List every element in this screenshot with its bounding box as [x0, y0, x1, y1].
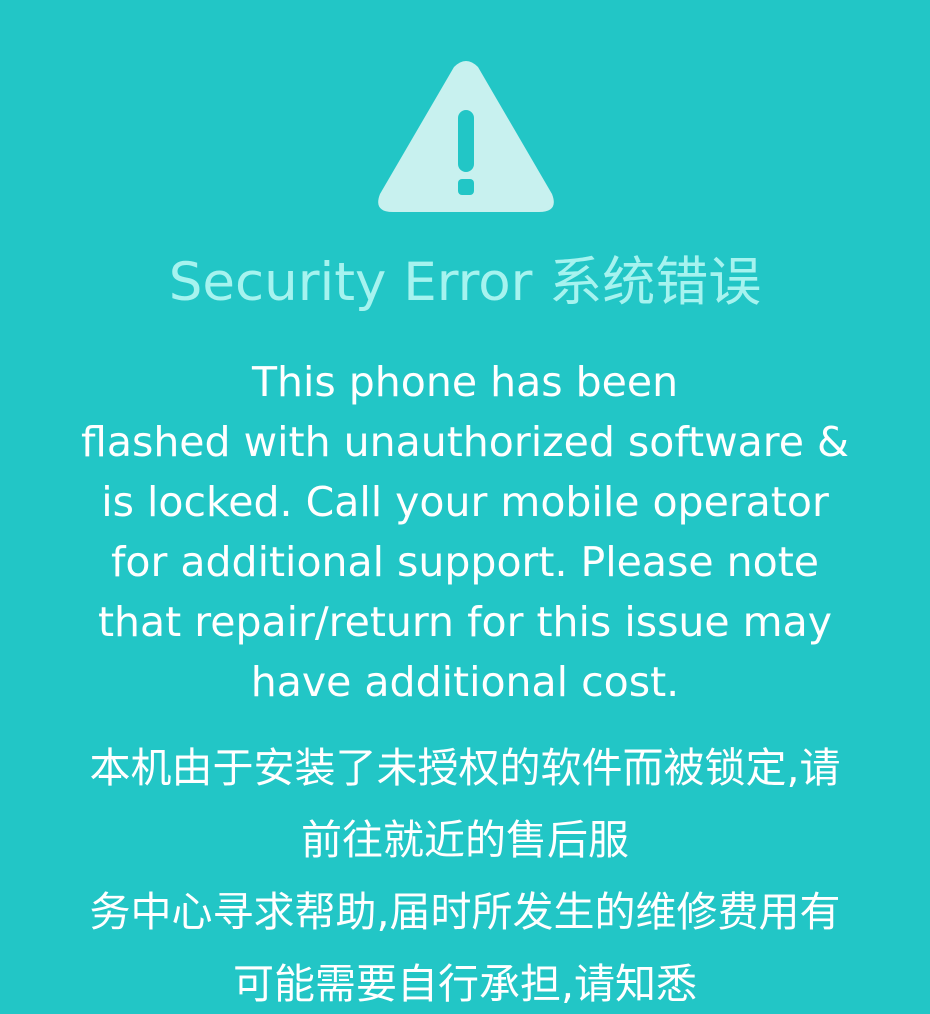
english-message: This phone has been flashed with unautho…: [20, 352, 910, 712]
chinese-message-line: 务中心寻求帮助,届时所发生的维修费用有: [89, 888, 841, 936]
security-error-screen: Security Error 系统错误 This phone has been …: [0, 0, 930, 1014]
chinese-message: 本机由于安装了未授权的软件而被锁定,请 前往就近的售后服 务中心寻求帮助,届时所…: [20, 732, 910, 1014]
chinese-message-line: 前往就近的售后服: [301, 816, 629, 864]
english-message-line: flashed with unauthorized software &: [81, 418, 849, 466]
english-message-line: have additional cost.: [250, 658, 680, 706]
english-message-line: is locked. Call your mobile operator: [101, 478, 829, 526]
page-title: Security Error 系统错误: [168, 252, 762, 313]
chinese-message-line: 本机由于安装了未授权的软件而被锁定,请: [89, 744, 841, 792]
chinese-message-line: 可能需要自行承担,请知悉: [232, 960, 698, 1008]
english-message-line: that repair/return for this issue may: [97, 598, 833, 646]
warning-triangle-icon: [378, 61, 554, 212]
english-message-line: for additional support. Please note: [111, 538, 819, 586]
english-message-line: This phone has been: [251, 358, 679, 406]
